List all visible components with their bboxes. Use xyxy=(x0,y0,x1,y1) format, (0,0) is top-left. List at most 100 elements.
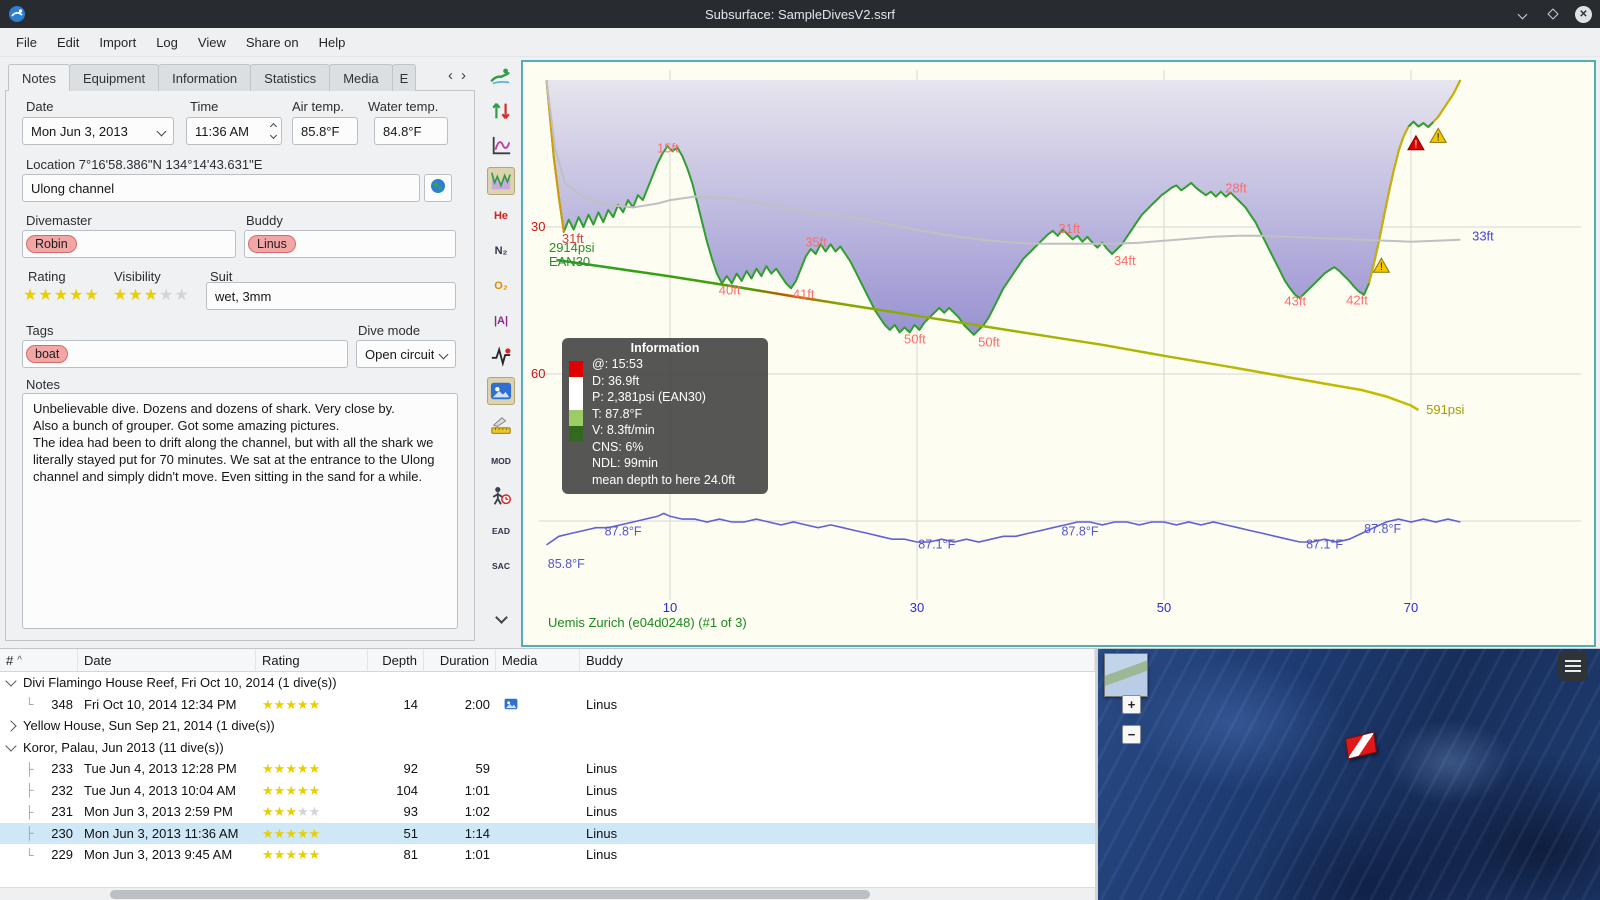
tab-e[interactable]: E xyxy=(391,64,417,91)
ead-toggle-icon[interactable]: EAD xyxy=(487,517,515,545)
menu-edit[interactable]: Edit xyxy=(47,30,89,55)
tissue-graph-toggle-icon[interactable]: |A| xyxy=(487,307,515,335)
pressure-o2-toggle-icon[interactable]: O₂ xyxy=(487,272,515,300)
map-locate-button[interactable] xyxy=(424,174,452,202)
suit-field[interactable]: wet, 3mm xyxy=(206,282,456,310)
sac-toggle-icon[interactable]: SAC xyxy=(487,552,515,580)
heart-rate-toggle-icon[interactable] xyxy=(487,342,515,370)
deco-info-toggle-icon[interactable] xyxy=(487,482,515,510)
dive-duration: 1:01 xyxy=(464,782,490,798)
collapse-chevron-icon[interactable] xyxy=(5,675,17,687)
app-icon xyxy=(8,5,26,23)
tag-chip[interactable]: boat xyxy=(26,345,69,363)
watertemp-value: 84.8°F xyxy=(383,123,422,139)
menu-view[interactable]: View xyxy=(188,30,236,55)
dc-ceiling-toggle-icon[interactable] xyxy=(487,167,515,195)
dive-number: ├ 230 xyxy=(25,825,73,841)
notes-textarea[interactable]: Unbelievable dive. Dozens and dozens of … xyxy=(22,393,458,629)
spin-up-icon[interactable] xyxy=(269,122,278,131)
column-header-media[interactable]: Media xyxy=(496,649,580,671)
map-zoom-out-button[interactable]: − xyxy=(1122,725,1141,744)
profile-scale-icon[interactable] xyxy=(487,132,515,160)
collapse-chevron-icon[interactable] xyxy=(5,740,17,752)
rating-stars[interactable]: ★ ★ ★ ★ ★ xyxy=(23,288,99,304)
chevron-down-icon xyxy=(438,349,449,359)
dive-row-231[interactable]: ├ 231 Mon Jun 3, 2013 2:59 PM ★ ★ ★ ★ ★ 93 1:02 Li… xyxy=(0,801,1095,823)
star-icon: ★ xyxy=(308,847,321,863)
watertemp-field[interactable]: 84.8°F xyxy=(374,117,448,145)
buddy-tag[interactable]: Linus xyxy=(248,235,296,253)
pressure-n2-toggle-icon[interactable]: N₂ xyxy=(487,237,515,265)
star-icon: ★ xyxy=(113,287,128,304)
spin-down-icon[interactable] xyxy=(269,131,278,140)
visibility-label: Visibility xyxy=(114,269,161,284)
close-button[interactable]: ✕ xyxy=(1575,5,1592,23)
tab-media[interactable]: Media xyxy=(329,64,393,91)
menu-help[interactable]: Help xyxy=(309,30,356,55)
dive-list: # ^ Date Rating Depth Duration Media Buddy Divi… xyxy=(0,649,1095,900)
scrollbar-thumb[interactable] xyxy=(110,890,870,899)
divemode-select[interactable]: Open circuit xyxy=(356,340,456,368)
tags-field[interactable]: boat xyxy=(22,340,348,368)
menu-share-on[interactable]: Share on xyxy=(236,30,309,55)
menu-log[interactable]: Log xyxy=(146,30,188,55)
infobox-line: mean depth to here 24.0ft xyxy=(592,472,736,487)
svg-text:10: 10 xyxy=(663,600,677,615)
map-widget[interactable]: + − xyxy=(1098,649,1600,900)
star-icon: ★ xyxy=(285,825,297,841)
maximize-button[interactable] xyxy=(1544,5,1562,23)
column-header-rating[interactable]: Rating xyxy=(256,649,368,671)
star-icon: ★ xyxy=(296,696,309,712)
trip-row[interactable]: Koror, Palau, Jun 2013 (11 dive(s)) xyxy=(0,737,1095,759)
tab-scroll-right-button[interactable]: › xyxy=(461,68,466,83)
toolbar-scroll-down-icon[interactable] xyxy=(487,603,515,631)
photos-toggle-icon[interactable] xyxy=(487,377,515,405)
expand-chevron-icon[interactable] xyxy=(5,720,17,732)
svg-text:87.8°F: 87.8°F xyxy=(1062,524,1099,538)
divemaster-field[interactable]: Robin xyxy=(22,230,236,258)
tab-equipment[interactable]: Equipment xyxy=(68,64,160,91)
map-overview-inset[interactable] xyxy=(1104,653,1148,697)
divemaster-tag[interactable]: Robin xyxy=(26,235,77,253)
dive-row-232[interactable]: ├ 232 Tue Jun 4, 2013 10:04 AM ★ ★ ★ ★ ★ 104 1:01… xyxy=(0,780,1095,802)
dive-arrows-icon[interactable] xyxy=(487,97,515,125)
tab-information[interactable]: Information xyxy=(158,64,252,91)
swimmer-icon[interactable] xyxy=(487,62,515,90)
tab-scroll-left-button[interactable]: ‹ xyxy=(448,68,453,83)
airtemp-field[interactable]: 85.8°F xyxy=(292,117,358,145)
tab-notes[interactable]: Notes xyxy=(8,64,70,91)
dive-row-229[interactable]: └ 229 Mon Jun 3, 2013 9:45 AM ★ ★ ★ ★ ★ 81 1:01 Li… xyxy=(0,844,1095,866)
minimize-button[interactable] xyxy=(1513,5,1531,23)
column-header-num[interactable]: # ^ xyxy=(0,649,78,671)
star-icon: ★ xyxy=(262,696,274,712)
time-spinner[interactable]: 11:36 AM xyxy=(186,117,282,145)
dive-number: ├ 233 xyxy=(25,761,73,777)
dive-buddy: Linus xyxy=(586,847,618,863)
map-zoom-in-button[interactable]: + xyxy=(1122,695,1141,714)
dive-row-230[interactable]: ├ 230 Mon Jun 3, 2013 11:36 AM ★ ★ ★ ★ ★ 51 1:14 L… xyxy=(0,822,1095,844)
visibility-stars[interactable]: ★ ★ ★ ★ ★ xyxy=(113,288,189,304)
mod-toggle-icon[interactable]: MOD xyxy=(487,447,515,475)
column-header-buddy[interactable]: Buddy xyxy=(580,649,1095,671)
trip-row[interactable]: Yellow House, Sun Sep 21, 2014 (1 dive(s… xyxy=(0,715,1095,737)
menu-import[interactable]: Import xyxy=(89,30,146,55)
column-header-depth[interactable]: Depth xyxy=(368,649,424,671)
buddy-field[interactable]: Linus xyxy=(244,230,456,258)
dive-row-348[interactable]: └ 348 Fri Oct 10, 2014 12:34 PM ★ ★ ★ ★ ★ 14 2:00… xyxy=(0,694,1095,716)
date-select[interactable]: Mon Jun 3, 2013 xyxy=(22,117,174,145)
horizontal-scrollbar[interactable] xyxy=(0,887,1095,900)
column-header-date[interactable]: Date xyxy=(78,649,256,671)
column-header-duration[interactable]: Duration xyxy=(424,649,496,671)
map-menu-button[interactable] xyxy=(1558,651,1588,681)
location-field[interactable]: Ulong channel xyxy=(22,174,420,202)
dive-depth: 51 xyxy=(403,825,418,841)
pressure-he-toggle-icon[interactable]: He xyxy=(487,202,515,230)
star-icon: ★ xyxy=(262,847,274,863)
ruler-toggle-icon[interactable] xyxy=(487,412,515,440)
dive-site-flag-marker[interactable] xyxy=(1344,731,1378,760)
trip-row[interactable]: Divi Flamingo House Reef, Fri Oct 10, 20… xyxy=(0,672,1095,694)
tab-statistics[interactable]: Statistics xyxy=(250,64,331,91)
dive-row-233[interactable]: ├ 233 Tue Jun 4, 2013 12:28 PM ★ ★ ★ ★ ★ 92 59 Lin… xyxy=(0,758,1095,780)
menu-file[interactable]: File xyxy=(6,30,47,55)
trip-label: Divi Flamingo House Reef, Fri Oct 10, 20… xyxy=(23,675,337,691)
